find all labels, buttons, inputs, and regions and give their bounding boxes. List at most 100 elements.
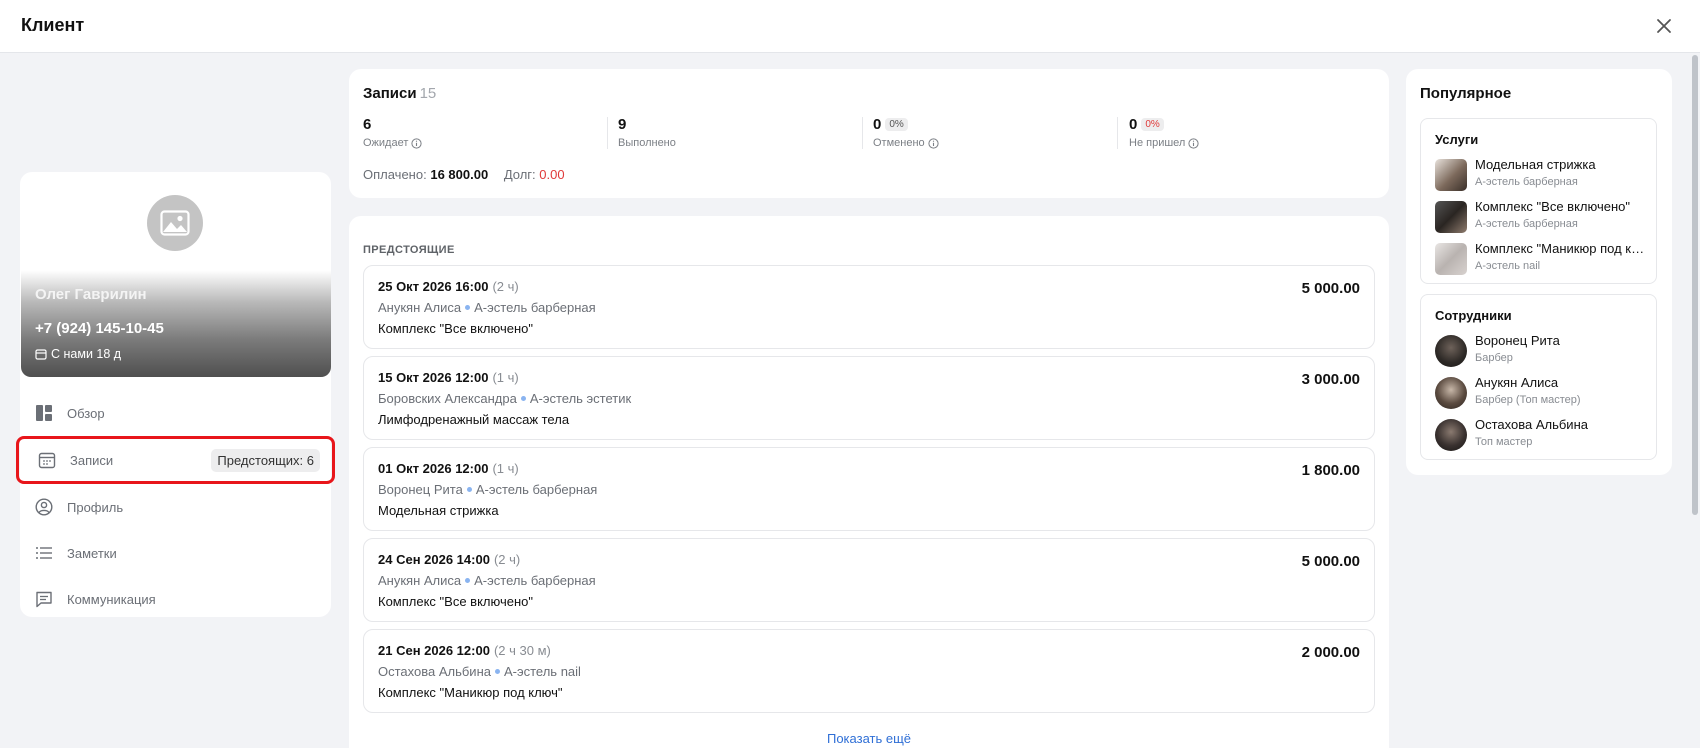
salon-name: А-эстель барберная [475,482,598,497]
service-salon: А-эстель барберная [1475,218,1578,230]
client-since-label: С нами 18 д [51,347,122,361]
staff-role: Барбер [1475,352,1513,364]
upcoming-count-badge: Предстоящих: 6 [211,449,320,472]
dashboard-icon [34,403,54,423]
stat-label: Ожидает [363,137,409,149]
appointment-datetime: 15 Окт 2026 12:00 (1 ч) [378,370,519,385]
client-phone[interactable]: +7 (924) 145-10-45 [35,320,164,337]
nav-item-communication[interactable]: Коммуникация [20,576,331,622]
summary-title-text: Записи [363,85,417,102]
calendar-small-icon [35,349,47,360]
image-placeholder-icon [160,210,190,236]
stat-label: Отменено [873,137,925,149]
salon-name: А-эстель nail [503,664,581,679]
nav-item-overview[interactable]: Обзор [20,390,331,436]
summary-count: 15 [419,85,437,102]
service-thumbnail [1435,159,1467,191]
separator-dot [465,305,471,311]
appointment-price: 2 000.00 [1301,644,1360,661]
appointment-staff: Остахова Альбина А-эстель nail [378,664,581,679]
list-icon [34,543,54,563]
appointment-duration: (2 ч) [492,279,519,294]
summary-title: Записи 15 [363,85,436,102]
user-circle-icon [34,497,54,517]
popular-service-item[interactable]: Комплекс "Маникюр под ключ" А-эстель nai… [1435,239,1650,277]
separator-dot [494,669,500,675]
popular-staff-item[interactable]: Анукян Алиса Барбер (Топ мастер) [1435,373,1650,411]
appointment-datetime: 21 Сен 2026 12:00 (2 ч 30 м) [378,643,551,658]
info-icon[interactable] [928,137,939,149]
staff-avatar [1435,419,1467,451]
appointment-datetime: 25 Окт 2026 16:00 (2 ч) [378,279,519,294]
info-icon[interactable] [411,137,422,149]
appointment-duration: (2 ч 30 м) [493,643,551,658]
divider [1117,117,1118,149]
staff-name: Воронец Рита [378,482,463,497]
popular-staff-item[interactable]: Остахова Альбина Топ мастер [1435,415,1650,453]
staff-name: Остахова Альбина [378,664,491,679]
nav-item-profile[interactable]: Профиль [20,484,331,530]
paid-value: 16 800.00 [430,167,489,182]
appointment-service: Комплекс "Маникюр под ключ" [378,685,563,700]
stat-value: 0 [873,116,882,133]
close-icon [1657,19,1671,33]
info-icon[interactable] [1188,137,1199,149]
section-title: ПРЕДСТОЯЩИЕ [363,244,455,256]
staff-name: Воронец Рита [1475,333,1560,348]
show-more-link[interactable]: Показать ещё [349,731,1389,746]
appointment-staff: Анукян Алиса А-эстель барберная [378,573,596,588]
appointment-service: Модельная стрижка [378,503,499,518]
upcoming-list: ПРЕДСТОЯЩИЕ 25 Окт 2026 16:00 (2 ч) Анукя… [349,216,1389,748]
appointment-row[interactable]: 15 Окт 2026 12:00 (1 ч) Боровских Алексан… [363,356,1375,440]
popular-staff-item[interactable]: Воронец Рита Барбер [1435,331,1650,369]
appointment-price: 3 000.00 [1301,371,1360,388]
stat-no-show: 0 0% Не пришел [1129,116,1374,151]
appointment-row[interactable]: 01 Окт 2026 12:00 (1 ч) Воронец Рита А-эст… [363,447,1375,531]
client-since: С нами 18 д [35,347,121,361]
client-avatar[interactable] [147,195,203,251]
service-salon: А-эстель барберная [1475,176,1578,188]
separator-dot [520,396,526,402]
appointment-row[interactable]: 24 Сен 2026 14:00 (2 ч) Анукян Алиса А-эст… [363,538,1375,622]
popular-panel: Популярное Услуги Модельная стрижка А-эс… [1406,69,1672,475]
staff-role: Топ мастер [1475,436,1533,448]
stat-value: 0 [1129,116,1138,133]
nav-item-notes[interactable]: Заметки [20,530,331,576]
salon-name: А-эстель эстетик [529,391,632,406]
debt-label: Долг: [503,167,536,182]
appointment-row[interactable]: 21 Сен 2026 12:00 (2 ч 30 м) Остахова Аль… [363,629,1375,713]
service-thumbnail [1435,201,1467,233]
appointment-date: 21 Сен 2026 12:00 [378,643,490,658]
calendar-icon [37,450,57,470]
staff-name: Остахова Альбина [1475,417,1588,432]
nav-item-appointments[interactable]: Записи Предстоящих: 6 [16,436,335,484]
stat-cancelled: 0 0% Отменено [873,116,1118,151]
appointment-duration: (1 ч) [492,461,519,476]
appointment-datetime: 01 Окт 2026 12:00 (1 ч) [378,461,519,476]
nav-item-label: Обзор [67,405,105,421]
message-icon [34,589,54,609]
appointment-row[interactable]: 25 Окт 2026 16:00 (2 ч) Анукян Алиса А-эст… [363,265,1375,349]
appointment-service: Комплекс "Все включено" [378,594,533,609]
service-name: Комплекс "Маникюр под ключ" [1475,241,1650,256]
appointment-price: 1 800.00 [1301,462,1360,479]
scrollbar[interactable] [1690,53,1700,748]
paid-label: Оплачено: [363,167,427,182]
scrollbar-thumb[interactable] [1692,55,1698,515]
close-button[interactable] [1654,16,1674,36]
popular-service-item[interactable]: Модельная стрижка А-эстель барберная [1435,155,1650,193]
appointment-staff: Анукян Алиса А-эстель барберная [378,300,596,315]
staff-name: Боровских Александра [378,391,517,406]
staff-name: Анукян Алиса [1475,375,1559,390]
popular-service-item[interactable]: Комплекс "Все включено" А-эстель барберн… [1435,197,1650,235]
staff-title: Сотрудники [1435,308,1512,323]
appointment-service: Лимфодренажный массаж тела [378,412,570,427]
nav-item-label: Заметки [67,545,117,561]
stat-percent: 0% [1141,118,1164,131]
separator-dot [466,487,472,493]
salon-name: А-эстель барберная [474,573,596,588]
appointment-date: 15 Окт 2026 12:00 [378,370,489,385]
stat-label: Выполнено [618,137,676,149]
client-nav: Обзор Записи Предстоящих: 6 Профиль Заме… [16,390,335,622]
divider [607,117,608,149]
